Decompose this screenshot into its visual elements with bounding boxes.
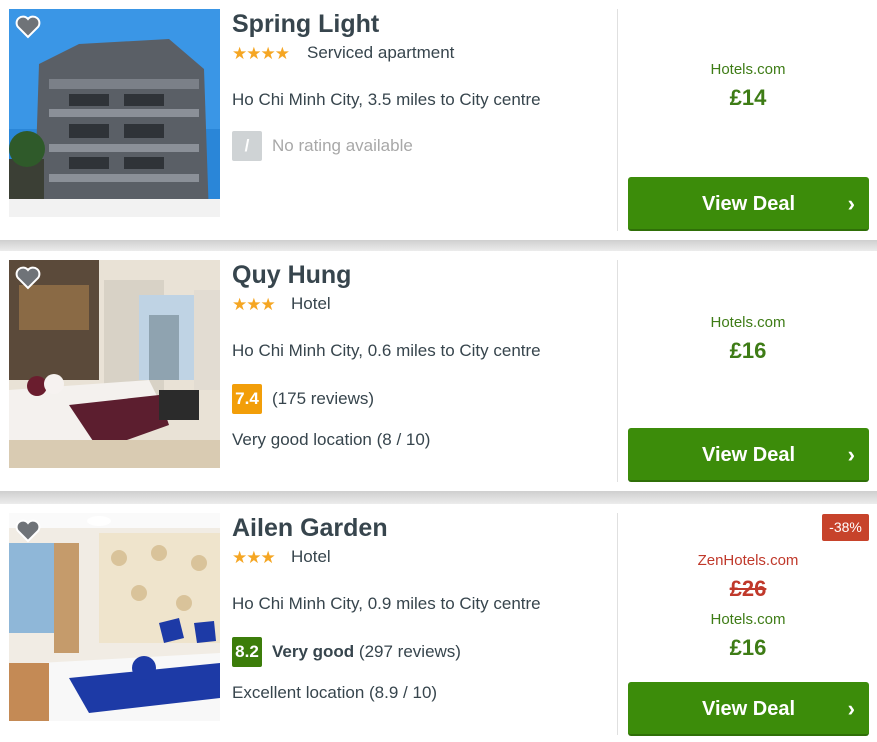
hotel-photo[interactable]: [9, 9, 220, 217]
card-separator: [0, 240, 877, 251]
rating-text: No rating available: [272, 136, 413, 155]
hotel-name[interactable]: Quy Hung: [232, 261, 351, 290]
deal-price[interactable]: £16: [628, 338, 868, 364]
deal-price[interactable]: £14: [628, 85, 868, 111]
view-deal-label: View Deal: [701, 193, 796, 215]
hotel-name[interactable]: Spring Light: [232, 10, 379, 39]
hotel-location: Ho Chi Minh City, 3.5 miles to City cent…: [232, 90, 541, 109]
view-deal-label: View Deal: [701, 698, 796, 720]
card-separator: [0, 491, 877, 504]
rating-text[interactable]: Very good (297 reviews): [272, 642, 461, 662]
location-rating: Excellent location (8.9 / 10): [232, 683, 438, 702]
view-deal-button[interactable]: View Deal ›: [628, 682, 869, 736]
deal-provider[interactable]: Hotels.com: [628, 61, 868, 78]
rating-score-badge: 7.4: [232, 384, 262, 414]
star-rating-icon: ★★★: [232, 548, 276, 567]
rating-row: 7.4 (175 reviews): [232, 384, 374, 414]
hotel-card: Quy Hung ★★★ Hotel Ho Chi Minh City, 0.6…: [0, 251, 877, 491]
hotel-name[interactable]: Ailen Garden: [232, 514, 388, 543]
deal-price[interactable]: £16: [628, 635, 868, 661]
rating-score-badge: /: [232, 131, 262, 161]
chevron-right-icon: ›: [847, 191, 855, 216]
location-rating: Very good location (8 / 10): [232, 430, 431, 449]
chevron-right-icon: ›: [847, 442, 855, 467]
review-count: (297 reviews): [358, 642, 461, 661]
deal-provider[interactable]: ZenHotels.com: [628, 552, 868, 569]
accommodation-type: Serviced apartment: [307, 43, 455, 62]
deal-provider[interactable]: Hotels.com: [628, 611, 868, 628]
star-rating-icon: ★★★★: [232, 44, 290, 63]
divider: [617, 9, 618, 231]
hotel-photo[interactable]: [9, 513, 220, 721]
chevron-right-icon: ›: [847, 696, 855, 721]
heart-icon[interactable]: [15, 519, 41, 543]
deal-provider[interactable]: Hotels.com: [628, 314, 868, 331]
hotel-card: Ailen Garden ★★★ Hotel Ho Chi Minh City,…: [0, 504, 877, 742]
view-deal-button[interactable]: View Deal ›: [628, 177, 869, 231]
rating-row: 8.2 Very good (297 reviews): [232, 637, 461, 667]
rating-text[interactable]: (175 reviews): [272, 389, 374, 409]
star-rating-icon: ★★★: [232, 295, 276, 314]
view-deal-label: View Deal: [701, 444, 796, 466]
heart-icon[interactable]: [15, 15, 41, 39]
hotel-card: Spring Light ★★★★ Serviced apartment Ho …: [0, 0, 877, 240]
divider: [617, 260, 618, 482]
heart-icon[interactable]: [15, 266, 41, 290]
rating-label: Very good: [272, 642, 355, 661]
rating-score-badge: 8.2: [232, 637, 262, 667]
view-deal-button[interactable]: View Deal ›: [628, 428, 869, 482]
old-price[interactable]: £26: [628, 576, 868, 602]
hotel-location: Ho Chi Minh City, 0.9 miles to City cent…: [232, 594, 541, 613]
hotel-photo[interactable]: [9, 260, 220, 468]
hotel-location: Ho Chi Minh City, 0.6 miles to City cent…: [232, 341, 541, 360]
divider: [617, 513, 618, 735]
accommodation-type: Hotel: [291, 547, 331, 566]
discount-badge: -38%: [822, 514, 869, 541]
accommodation-type: Hotel: [291, 294, 331, 313]
rating-row: / No rating available: [232, 131, 413, 161]
